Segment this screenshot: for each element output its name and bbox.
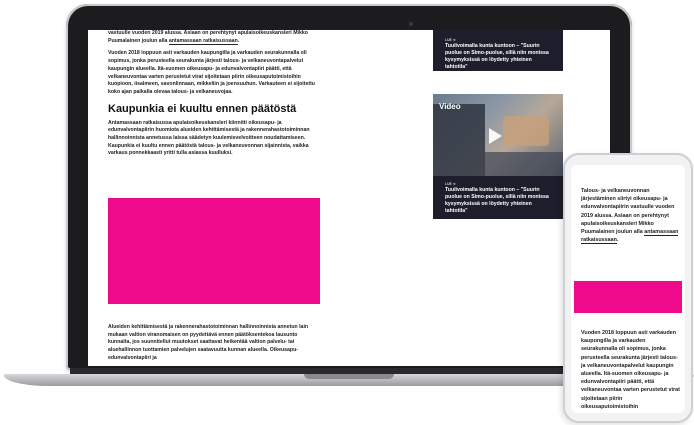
article-subheading: Kaupunkia ei kuultu ennen päätöstä (108, 102, 297, 115)
article-paragraph-3: Antamassaan ratkaisussa apulaisoikeuskan… (108, 119, 310, 157)
ad-placeholder[interactable] (108, 198, 320, 304)
video-label: Video (439, 102, 461, 111)
phone-paragraph-2: Vuoden 2018 loppuun asti varkauden kaupu… (581, 330, 680, 410)
laptop-screen: vastuulle vuoden 2019 alussa. Asiaan on … (88, 30, 610, 366)
phone-ad-placeholder[interactable] (574, 281, 682, 313)
phone-article-intro: Talous- ja velkaneuvonnan järjestäminen … (581, 187, 681, 245)
card-title[interactable]: Tuulivoimalla kunta kuntoon – "Suurin pu… (433, 43, 563, 71)
article-paragraph-4: Alueiden kehittämisestä ja rakennerahast… (108, 324, 309, 361)
phone-intro-paragraph: Talous- ja velkaneuvonnan järjestäminen … (581, 188, 679, 245)
article-intro-paragraph: vastuulle vuoden 2019 alussa. Asiaan on … (108, 30, 308, 45)
phone-screen: Talous- ja velkaneuvonnan järjestäminen … (571, 165, 685, 413)
article-continued: Alueiden kehittämisestä ja rakennerahast… (108, 324, 320, 363)
card-title[interactable]: Tuulivoimalla kunta kuntoon – "Suurin pu… (433, 187, 563, 215)
related-article-card[interactable]: LUE ➜ Tuulivoimalla kunta kuntoon – "Suu… (433, 30, 563, 71)
related-video-card[interactable]: Video LUE ➜ Tuulivoimalla kunta kuntoon … (433, 94, 563, 219)
phone-frame: Talous- ja velkaneuvonnan järjestäminen … (563, 153, 693, 423)
phone-article-continued: Vuoden 2018 loppuun asti varkauden kaupu… (581, 329, 681, 411)
play-icon[interactable] (489, 128, 502, 144)
laptop-notch (304, 374, 394, 379)
article-paragraph-2: Vuoden 2018 loppuun asti varkauden kaupu… (108, 50, 315, 95)
article-body: vastuulle vuoden 2019 alussa. Asiaan on … (108, 30, 320, 163)
video-thumbnail[interactable]: Video (433, 94, 563, 176)
decision-link[interactable]: antamassaan ratkaisussaan (168, 37, 238, 45)
laptop-camera (409, 22, 413, 26)
